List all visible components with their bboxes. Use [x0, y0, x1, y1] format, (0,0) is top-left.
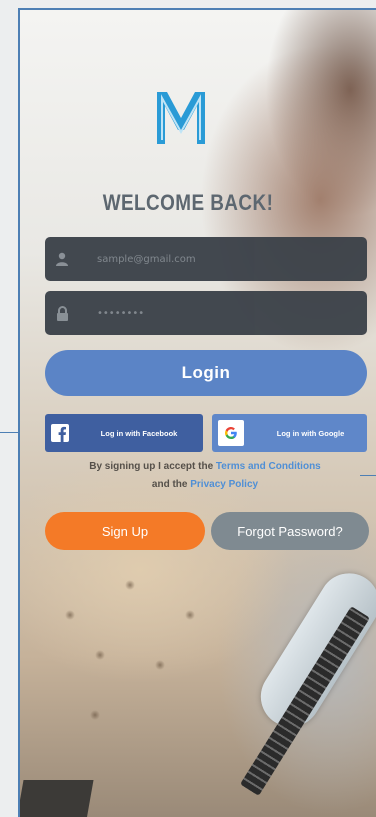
terms-notice: By signing up I accept the Terms and Con… — [40, 458, 370, 494]
guitar-body — [249, 562, 376, 738]
welcome-heading: WELCOME BACK! — [102, 190, 274, 215]
annotation-line-left — [0, 432, 20, 433]
google-icon — [218, 420, 244, 446]
terms-link[interactable]: Terms and Conditions — [216, 461, 321, 472]
facebook-icon — [45, 414, 75, 452]
password-input[interactable] — [79, 290, 367, 336]
terms-middle: and the — [151, 479, 191, 490]
terms-prefix: By signing up I accept the — [89, 461, 216, 472]
facebook-login-label: Log in with Facebook — [100, 428, 178, 438]
annotation-line-right — [360, 475, 376, 476]
lock-icon — [45, 305, 79, 321]
email-input[interactable] — [79, 236, 367, 282]
login-button[interactable]: Login — [45, 350, 367, 396]
email-field-wrapper[interactable] — [45, 236, 367, 282]
facebook-login-button[interactable]: Log in with Facebook — [45, 414, 203, 452]
sofa-tuft — [90, 710, 100, 720]
password-field-wrapper[interactable] — [45, 290, 367, 336]
user-icon — [45, 252, 79, 266]
forgot-password-button[interactable]: Forgot Password? — [211, 512, 369, 550]
sofa-tuft — [125, 580, 135, 590]
brand-logo-icon — [157, 92, 205, 144]
sofa-tuft — [185, 610, 195, 620]
sofa-tuft — [65, 610, 75, 620]
privacy-link[interactable]: Privacy Policy — [190, 479, 258, 490]
sofa-tuft — [155, 660, 165, 670]
sign-up-button[interactable]: Sign Up — [45, 512, 205, 550]
google-login-label: Log in with Google — [276, 428, 345, 438]
laptop-corner — [20, 780, 94, 817]
sofa-tuft — [95, 650, 105, 660]
google-login-button[interactable]: Log in with Google — [212, 414, 367, 452]
